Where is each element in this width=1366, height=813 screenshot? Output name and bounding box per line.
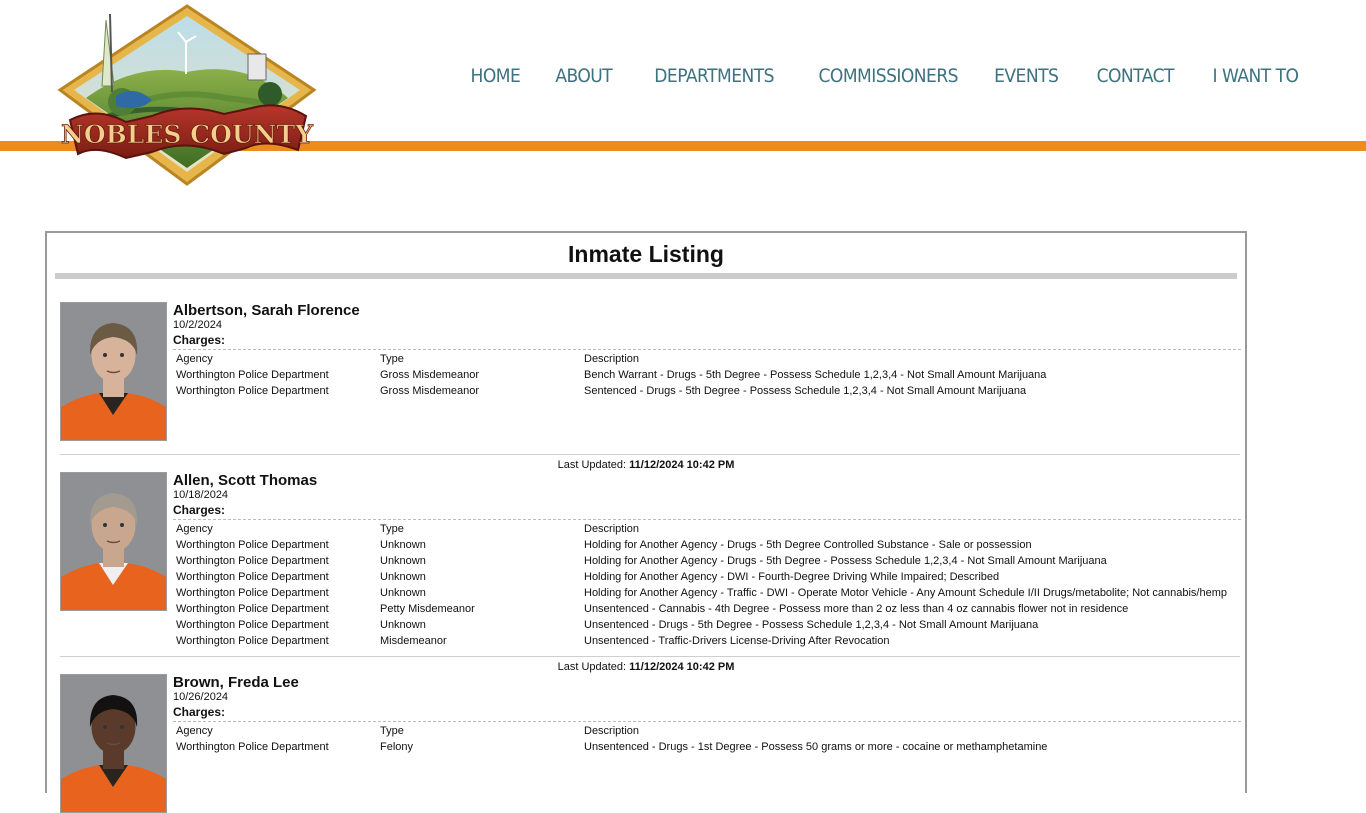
last-updated-value: 11/12/2024 10:42 PM	[629, 661, 735, 673]
agency-header: Agency	[176, 523, 213, 535]
last-updated: Last Updated: 11/12/2024 10:42 PM	[47, 459, 1245, 471]
nav-i-want-to[interactable]: I WANT TO	[1212, 62, 1298, 90]
charge-description: Holding for Another Agency - Drugs - 5th…	[584, 539, 1032, 551]
charge-agency: Worthington Police Department	[176, 741, 329, 753]
last-updated-label: Last Updated:	[557, 661, 627, 673]
entry-separator	[60, 656, 1240, 657]
inmate-info: Allen, Scott Thomas 10/18/2024 Charges: Age…	[173, 472, 1241, 649]
nav-commissioners[interactable]: COMMISSIONERS	[819, 62, 959, 90]
charges-label: Charges:	[173, 704, 1241, 722]
description-header: Description	[584, 725, 640, 737]
agency-header: Agency	[176, 353, 213, 365]
charges-table: Agency Type Description Worthington Police …	[173, 521, 1241, 649]
inmate-info: Albertson, Sarah Florence 10/2/2024 Charge…	[173, 302, 1241, 399]
nav-home[interactable]: HOME	[471, 62, 521, 90]
description-header: Description	[584, 353, 640, 365]
charge-row: Worthington Police Department Felony Unsen…	[173, 739, 1241, 755]
charge-type: Petty Misdemeanor	[380, 603, 475, 615]
charges-header-row: Agency Type Description	[173, 521, 1241, 537]
charge-agency: Worthington Police Department	[176, 587, 329, 599]
site-header: NOBLES COUNTY HOME ABOUT DEPARTMENTS COM…	[0, 0, 1366, 190]
charge-row: Worthington Police Department Petty Misde…	[173, 601, 1241, 617]
inmate-name[interactable]: Brown, Freda Lee	[173, 674, 1241, 691]
type-header: Type	[380, 523, 404, 535]
county-logo-icon: NOBLES COUNTY	[57, 4, 317, 186]
inmate-info: Brown, Freda Lee 10/26/2024 Charges: Agency…	[173, 674, 1241, 755]
charge-agency: Worthington Police Department	[176, 385, 329, 397]
charges-label: Charges:	[173, 502, 1241, 520]
charge-row: Worthington Police Department Unknown Hold…	[173, 585, 1241, 601]
charge-type: Unknown	[380, 619, 426, 631]
nav-departments[interactable]: DEPARTMENTS	[655, 62, 775, 90]
charge-description: Sentenced - Drugs - 5th Degree - Possess…	[584, 385, 1027, 397]
charge-row: Worthington Police Department Gross Misde…	[173, 367, 1241, 383]
type-header: Type	[380, 353, 404, 365]
type-header: Type	[380, 725, 404, 737]
inmate-name[interactable]: Albertson, Sarah Florence	[173, 302, 1241, 319]
charge-agency: Worthington Police Department	[176, 603, 329, 615]
charge-row: Worthington Police Department Gross Misde…	[173, 383, 1241, 399]
mugshot-image	[61, 303, 166, 440]
charge-agency: Worthington Police Department	[176, 635, 329, 647]
inmate-listing-panel: Inmate Listing Albertson, Sarah Florence…	[45, 231, 1247, 813]
agency-header: Agency	[176, 725, 213, 737]
charge-agency: Worthington Police Department	[176, 619, 329, 631]
charge-agency: Worthington Police Department	[176, 571, 329, 583]
booking-date: 10/18/2024	[173, 489, 229, 501]
charges-label: Charges:	[173, 332, 1241, 350]
charge-type: Unknown	[380, 539, 426, 551]
charges-table: Agency Type Description Worthington Police …	[173, 351, 1241, 399]
booking-date: 10/2/2024	[173, 319, 222, 331]
booking-date: 10/26/2024	[173, 691, 229, 703]
charge-row: Worthington Police Department Unknown Hold…	[173, 537, 1241, 553]
charge-description: Unsentenced - Drugs - 5th Degree - Posse…	[584, 619, 1039, 631]
charge-row: Worthington Police Department Misdemeanor…	[173, 633, 1241, 649]
charge-description: Holding for Another Agency - Drugs - 5th…	[584, 555, 1107, 567]
inmate-name[interactable]: Allen, Scott Thomas	[173, 472, 1241, 489]
page-title: Inmate Listing	[568, 241, 724, 267]
main-nav: HOME ABOUT DEPARTMENTS COMMISSIONERS EVE…	[436, 62, 1299, 90]
charge-type: Unknown	[380, 571, 426, 583]
charge-type: Felony	[380, 741, 414, 753]
charge-description: Holding for Another Agency - Traffic - D…	[584, 587, 1228, 599]
charges-header-row: Agency Type Description	[173, 723, 1241, 739]
entry-separator	[60, 454, 1240, 455]
charge-row: Worthington Police Department Unknown Hold…	[173, 553, 1241, 569]
nav-about[interactable]: ABOUT	[556, 62, 613, 90]
mugshot-image	[61, 675, 166, 812]
description-header: Description	[584, 523, 640, 535]
logo-text: NOBLES COUNTY	[61, 120, 314, 149]
nav-contact[interactable]: CONTACT	[1096, 62, 1174, 90]
charge-type: Unknown	[380, 587, 426, 599]
charge-description: Unsentenced - Traffic-Drivers License-Dr…	[584, 635, 890, 647]
charge-type: Misdemeanor	[380, 635, 447, 647]
charge-type: Unknown	[380, 555, 426, 567]
charge-agency: Worthington Police Department	[176, 539, 329, 551]
mugshot-image	[61, 473, 166, 610]
charge-row: Worthington Police Department Unknown Unse…	[173, 617, 1241, 633]
last-updated-value: 11/12/2024 10:42 PM	[629, 459, 735, 471]
inmate-photo[interactable]	[60, 472, 167, 611]
charge-description: Holding for Another Agency - DWI - Fourt…	[584, 571, 1000, 583]
charge-agency: Worthington Police Department	[176, 369, 329, 381]
charge-description: Unsentenced - Drugs - 1st Degree - Posse…	[584, 741, 1048, 753]
last-updated: Last Updated: 11/12/2024 10:42 PM	[47, 661, 1245, 673]
charge-row: Worthington Police Department Unknown Hold…	[173, 569, 1241, 585]
charge-agency: Worthington Police Department	[176, 555, 329, 567]
charges-table: Agency Type Description Worthington Police …	[173, 723, 1241, 755]
charges-header-row: Agency Type Description	[173, 351, 1241, 367]
charge-description: Unsentenced - Cannabis - 4th Degree - Po…	[584, 603, 1129, 615]
charge-description: Bench Warrant - Drugs - 5th Degree - Pos…	[584, 369, 1047, 381]
last-updated-label: Last Updated:	[557, 459, 627, 471]
charge-type: Gross Misdemeanor	[380, 369, 480, 381]
title-divider	[55, 273, 1237, 279]
inmate-photo[interactable]	[60, 674, 167, 813]
nav-events[interactable]: EVENTS	[995, 62, 1060, 90]
county-logo-link[interactable]: NOBLES COUNTY	[56, 2, 318, 188]
charge-type: Gross Misdemeanor	[380, 385, 480, 397]
inmate-photo[interactable]	[60, 302, 167, 441]
